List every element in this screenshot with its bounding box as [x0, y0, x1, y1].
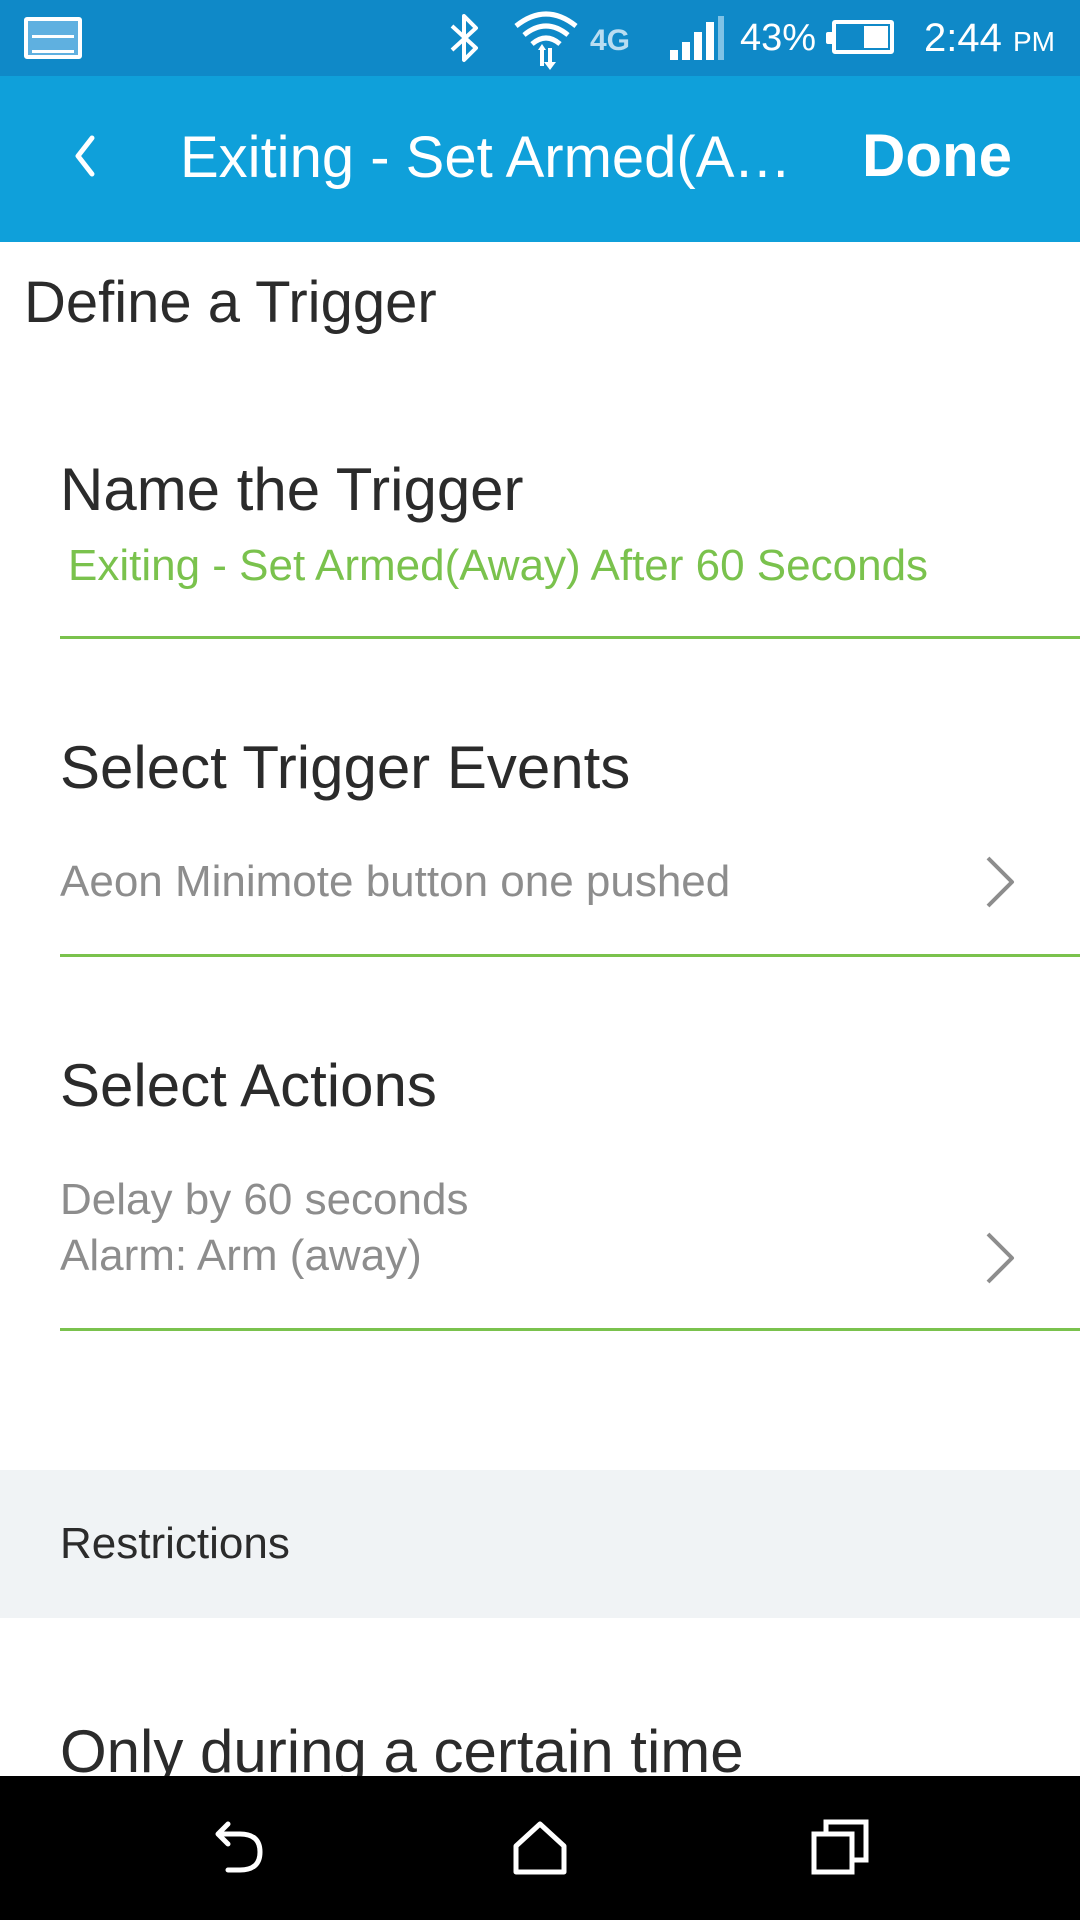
clock-time: 2:44: [924, 16, 1002, 60]
page-title: Define a Trigger: [24, 270, 437, 335]
svg-text:4G: 4G: [590, 24, 630, 57]
name-section-title: Name the Trigger: [60, 456, 524, 523]
chevron-right-icon: [986, 1232, 1014, 1284]
battery-percent: 43%: [740, 17, 817, 59]
clock: 2:44 PM: [924, 14, 1055, 66]
battery-icon: [826, 20, 894, 54]
app-bar: Exiting - Set Armed(Away) After 60 Secon…: [0, 76, 1080, 242]
status-bar: 4G 43% 2:44 PM: [0, 0, 1080, 76]
clock-ampm: PM: [1012, 26, 1055, 57]
battery-fill: [863, 26, 888, 48]
events-divider: [60, 954, 1080, 957]
image-notification-icon: [24, 17, 82, 59]
actions-section-title: Select Actions: [60, 1052, 437, 1119]
nav-back-icon[interactable]: [204, 1812, 276, 1884]
restriction-time-item[interactable]: Only during a certain time: [60, 1716, 744, 1776]
page-title-bar: Exiting - Set Armed(Away) After 60 Secon…: [180, 125, 800, 190]
navigation-bar: [0, 1776, 1080, 1920]
restrictions-header: Restrictions: [0, 1470, 1080, 1618]
trigger-name-input[interactable]: Exiting - Set Armed(Away) After 60 Secon…: [68, 538, 928, 594]
trigger-form: Define a Trigger Name the Trigger Exitin…: [0, 242, 1080, 1776]
wifi-icon: [514, 11, 578, 70]
chevron-right-icon: [986, 856, 1014, 908]
events-section-title: Select Trigger Events: [60, 734, 631, 801]
events-value: Aeon Minimote button one pushed: [60, 857, 731, 906]
chevron-left-icon: [75, 135, 95, 177]
done-button[interactable]: Done: [862, 118, 1012, 194]
nav-recents-icon[interactable]: [804, 1812, 876, 1884]
bluetooth-icon: [450, 14, 478, 62]
action-item: Alarm: Arm (away): [60, 1231, 422, 1280]
cellular-signal-icon: [670, 16, 724, 60]
actions-divider: [60, 1328, 1080, 1331]
name-divider: [60, 636, 1080, 639]
back-button[interactable]: [56, 118, 116, 194]
nav-home-icon[interactable]: [504, 1812, 576, 1884]
network-type-icon: 4G: [590, 24, 630, 57]
action-item: Delay by 60 seconds: [60, 1175, 469, 1224]
restrictions-label: Restrictions: [60, 1519, 290, 1568]
